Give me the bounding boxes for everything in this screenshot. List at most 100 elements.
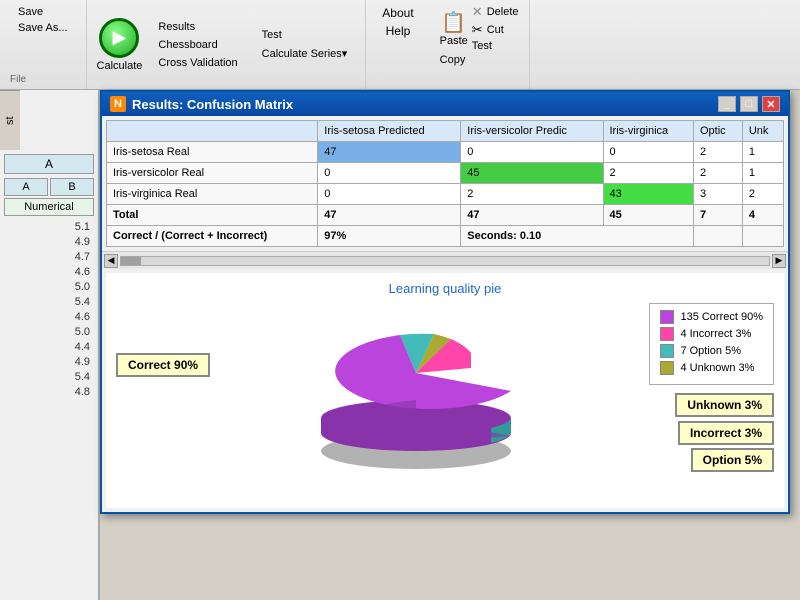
calculate-group: ▶ Calculate Results Chessboard Cross Val… <box>87 0 367 89</box>
chessboard-button[interactable]: Chessboard <box>150 37 245 53</box>
seconds-label: Seconds: 0.10 <box>461 226 694 247</box>
total-versicolor: 47 <box>461 205 603 226</box>
total-option: 7 <box>694 205 743 226</box>
sidebar-value-11: 5.4 <box>4 370 94 384</box>
scroll-right-arrow[interactable]: ▶ <box>772 254 786 268</box>
cell-versicolor-virginica: 2 <box>603 163 694 184</box>
sidebar-tab-1[interactable]: st <box>0 90 20 150</box>
calculate-btn-group: ▶ Calculate <box>97 18 143 72</box>
col-header-unk: Unk <box>742 121 783 142</box>
save-button[interactable]: Save <box>10 4 51 20</box>
save-as-button[interactable]: Save As... <box>10 20 76 36</box>
chart-legend: 135 Correct 90% 4 Incorrect 3% 7 Option … <box>649 303 774 385</box>
table-row: Iris-setosa Real 47 0 0 2 1 <box>107 142 784 163</box>
cell-virginica-option: 3 <box>694 184 743 205</box>
sidebar-value-4: 4.6 <box>4 265 94 279</box>
main-area: st A A B Numerical 5.1 4.9 4.7 4.6 5.0 5… <box>0 90 800 600</box>
sidebar-value-3: 4.7 <box>4 250 94 264</box>
cell-setosa-option: 2 <box>694 142 743 163</box>
help-button[interactable]: Help <box>378 22 419 40</box>
cm-titlebar-left: N Results: Confusion Matrix <box>110 96 293 112</box>
col-header-versicolor: Iris-versicolor Predic <box>461 121 603 142</box>
chart-area: Learning quality pie 135 Correct 90% 4 I… <box>106 273 784 508</box>
total-label: Total <box>107 205 318 226</box>
minimize-button[interactable]: _ <box>718 96 736 112</box>
table-row: Iris-versicolor Real 0 45 2 2 1 <box>107 163 784 184</box>
sidebar-value-9: 4.4 <box>4 340 94 354</box>
paste-button[interactable]: 📋 Paste <box>440 10 468 47</box>
legend-color-unknown <box>660 361 674 375</box>
correct-label: Correct / (Correct + Incorrect) <box>107 226 318 247</box>
cell-setosa-versicolor: 0 <box>461 142 603 163</box>
legend-item-option: 7 Option 5% <box>660 344 763 358</box>
incorrect-label-box: Incorrect 3% <box>678 421 774 445</box>
cell-versicolor-unk: 1 <box>742 163 783 184</box>
sidebar-value-6: 5.4 <box>4 295 94 309</box>
table-header-row: Iris-setosa Predicted Iris-versicolor Pr… <box>107 121 784 142</box>
cm-titlebar: N Results: Confusion Matrix _ □ ✕ <box>102 92 788 116</box>
about-button[interactable]: About <box>374 4 421 22</box>
sidebar-value-12: 4.8 <box>4 385 94 399</box>
col-header-virginica: Iris-virginica <box>603 121 694 142</box>
col-header-option: Optic <box>694 121 743 142</box>
table-row-correct: Correct / (Correct + Incorrect) 97% Seco… <box>107 226 784 247</box>
legend-color-incorrect <box>660 327 674 341</box>
col-header-empty <box>107 121 318 142</box>
calculate-label: Calculate <box>97 60 143 72</box>
scroll-track[interactable] <box>120 256 770 266</box>
total-setosa: 47 <box>318 205 461 226</box>
cell-versicolor-setosa: 0 <box>318 163 461 184</box>
legend-item-unknown: 4 Unknown 3% <box>660 361 763 375</box>
confusion-table-area: Iris-setosa Predicted Iris-versicolor Pr… <box>106 120 784 247</box>
scroll-thumb[interactable] <box>121 257 141 265</box>
scroll-left-arrow[interactable]: ◀ <box>104 254 118 268</box>
calculate-series-button[interactable]: Calculate Series▾ <box>254 45 356 62</box>
cross-validation-button[interactable]: Cross Validation <box>150 55 245 71</box>
confusion-table: Iris-setosa Predicted Iris-versicolor Pr… <box>106 120 784 247</box>
cell-virginica-unk: 2 <box>742 184 783 205</box>
col-header-setosa: Iris-setosa Predicted <box>318 121 461 142</box>
unknown-label-box: Unknown 3% <box>675 393 774 417</box>
row-label-versicolor: Iris-versicolor Real <box>107 163 318 184</box>
total-virginica: 45 <box>603 205 694 226</box>
legend-color-option <box>660 344 674 358</box>
confusion-matrix-window: N Results: Confusion Matrix _ □ ✕ Iris-s… <box>100 90 790 514</box>
correct-empty2 <box>742 226 783 247</box>
maximize-button[interactable]: □ <box>740 96 758 112</box>
numerical-label[interactable]: Numerical <box>4 198 94 216</box>
cell-virginica-setosa: 0 <box>318 184 461 205</box>
row-label-setosa: Iris-setosa Real <box>107 142 318 163</box>
chart-title: Learning quality pie <box>114 281 776 296</box>
toolbar: Save Save As... File ▶ Calculate Results… <box>0 0 800 90</box>
correct-pct: 97% <box>318 226 461 247</box>
horizontal-scrollbar[interactable]: ◀ ▶ <box>102 251 788 269</box>
calculate-button[interactable]: ▶ <box>99 18 139 58</box>
sidebar-value-1: 5.1 <box>4 220 94 234</box>
cell-versicolor-versicolor: 45 <box>461 163 603 184</box>
sidebar-ab-row: A B <box>4 178 94 196</box>
cell-versicolor-option: 2 <box>694 163 743 184</box>
legend-text-option: 7 Option 5% <box>680 345 741 357</box>
cut-button[interactable]: ✂ Cut <box>472 22 519 38</box>
cell-setosa-virginica: 0 <box>603 142 694 163</box>
delete-button[interactable]: ✕ Delete <box>472 4 519 20</box>
sidebar-values: 5.1 4.9 4.7 4.6 5.0 5.4 4.6 5.0 4.4 4.9 … <box>4 220 94 399</box>
test-right-button[interactable]: Test <box>472 40 519 52</box>
row-label-virginica: Iris-virginica Real <box>107 184 318 205</box>
cm-icon: N <box>110 96 126 112</box>
option-label-box: Option 5% <box>691 448 774 472</box>
cm-title: Results: Confusion Matrix <box>132 97 293 112</box>
test-button[interactable]: Test <box>254 27 356 43</box>
cell-virginica-versicolor: 2 <box>461 184 603 205</box>
delete-test-group: ✕ Delete ✂ Cut Test <box>472 4 519 52</box>
sidebar-value-2: 4.9 <box>4 235 94 249</box>
table-row-total: Total 47 47 45 7 4 <box>107 205 784 226</box>
correct-empty1 <box>694 226 743 247</box>
close-button[interactable]: ✕ <box>762 96 780 112</box>
sidebar-col-a2: A <box>4 178 48 196</box>
table-row: Iris-virginica Real 0 2 43 3 2 <box>107 184 784 205</box>
legend-text-incorrect: 4 Incorrect 3% <box>680 328 751 340</box>
copy-label[interactable]: Copy <box>440 54 466 66</box>
results-button[interactable]: Results <box>150 19 245 35</box>
file-label: File <box>10 70 26 85</box>
